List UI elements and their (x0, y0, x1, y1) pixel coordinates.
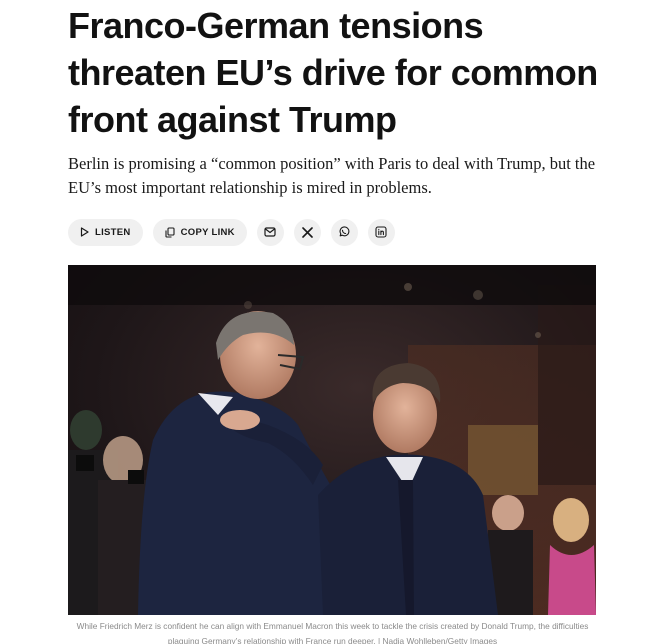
x-icon (302, 226, 313, 238)
listen-button[interactable]: LISTEN (68, 218, 143, 246)
article-photo (68, 265, 596, 615)
linkedin-share-button[interactable] (367, 218, 395, 246)
whatsapp-icon (338, 226, 350, 238)
copy-icon (165, 226, 175, 238)
whatsapp-share-button[interactable] (330, 218, 358, 246)
share-toolbar: LISTEN COPY LINK (68, 218, 395, 246)
email-icon (264, 227, 276, 237)
listen-label: LISTEN (95, 226, 131, 238)
email-share-button[interactable] (256, 218, 284, 246)
copy-link-label: COPY LINK (180, 226, 235, 238)
x-share-button[interactable] (293, 218, 321, 246)
copy-link-button[interactable]: COPY LINK (152, 218, 247, 246)
photo-caption: While Friedrich Merz is confident he can… (76, 621, 589, 644)
article-standfirst: Berlin is promising a “common position” … (68, 154, 596, 197)
article-headline: Franco-German tensions threaten EU’s dri… (68, 5, 598, 140)
linkedin-icon (375, 226, 387, 238)
play-icon (80, 227, 89, 237)
